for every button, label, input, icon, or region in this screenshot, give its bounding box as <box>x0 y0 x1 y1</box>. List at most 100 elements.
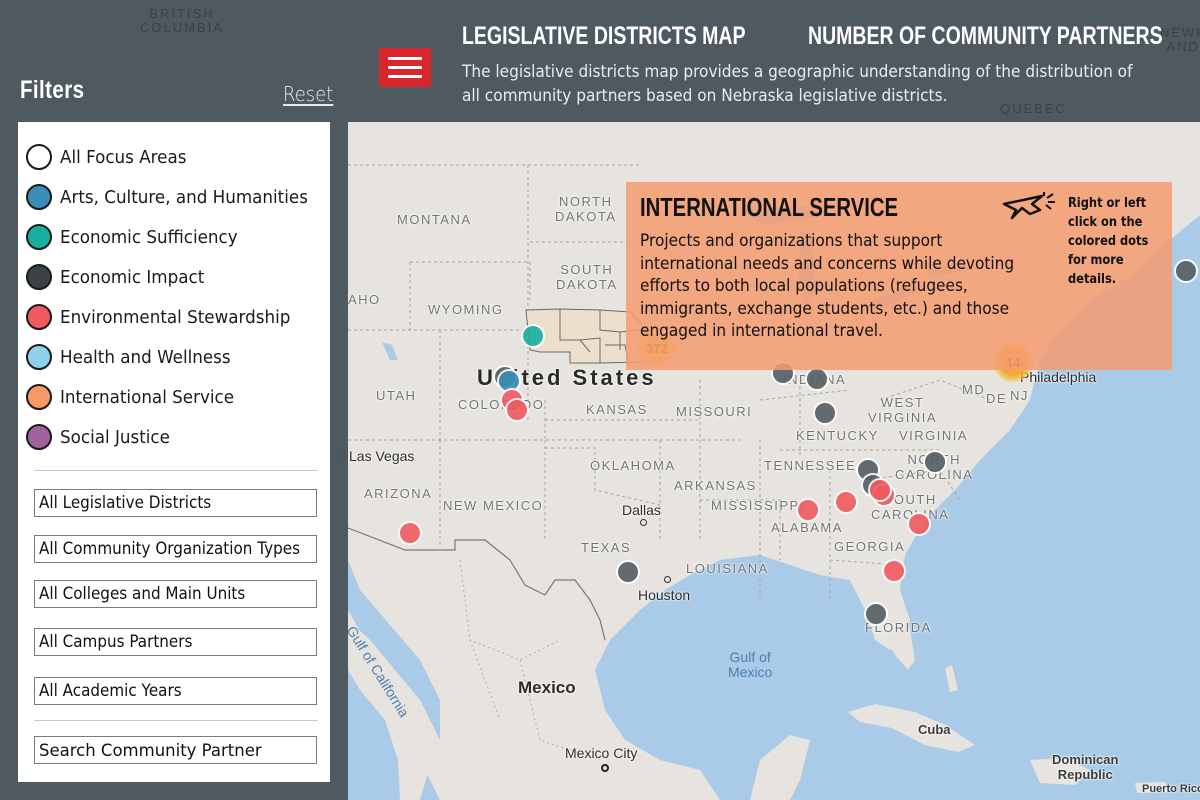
map-label-wyoming: WYOMING <box>428 302 504 317</box>
map-label-west-virginia: WEST VIRGINIA <box>868 395 938 425</box>
hint-line: colored dots <box>1068 234 1149 249</box>
partner-dot[interactable] <box>616 560 640 584</box>
map-label-philadelphia: Philadelphia <box>1020 369 1097 385</box>
hint-line: for more <box>1068 253 1124 268</box>
map-label-cuba: Cuba <box>918 722 951 737</box>
focus-swatch-icon <box>26 264 52 290</box>
focus-area-label: Health and Wellness <box>60 346 231 368</box>
hint-line: details. <box>1068 272 1117 287</box>
partner-dot[interactable] <box>398 521 422 545</box>
community-organization-types-select[interactable]: All Community Organization Types <box>34 535 317 563</box>
city-marker-mexico-city <box>601 764 609 772</box>
partner-dot[interactable] <box>805 367 829 391</box>
focus-area-label: Social Justice <box>60 426 170 448</box>
city-marker-dallas <box>640 519 647 526</box>
menu-button[interactable] <box>379 48 431 87</box>
info-box-hint: Right or left click on the colored dots … <box>1068 194 1163 289</box>
map-label-dallas: Dallas <box>622 502 661 518</box>
partner-dot[interactable] <box>864 602 888 626</box>
divider <box>34 720 318 721</box>
focus-area-economic-sufficiency[interactable]: Economic Sufficiency <box>26 222 251 252</box>
academic-years-select[interactable]: All Academic Years <box>34 677 317 705</box>
map-label-north-dakota: NORTH DAKOTA <box>555 194 617 224</box>
map-label-texas: TEXAS <box>581 540 632 555</box>
filters-title: Filters <box>20 76 85 104</box>
info-line: efforts to both local populations (refug… <box>640 276 968 295</box>
info-line: engaged in international travel. <box>640 321 883 340</box>
map-label-houston: Houston <box>638 587 691 603</box>
focus-area-label: Economic Impact <box>60 266 205 288</box>
reset-link[interactable]: Reset <box>283 82 333 106</box>
map-label-new-mexico: NEW MEXICO <box>443 498 544 513</box>
partner-dot[interactable] <box>1174 259 1198 283</box>
legislative-districts-select[interactable]: All Legislative Districts <box>34 489 317 517</box>
hamburger-menu-icon <box>388 66 422 69</box>
campus-partners-select[interactable]: All Campus Partners <box>34 628 317 656</box>
focus-area-arts-culture-humanities[interactable]: Arts, Culture, and Humanities <box>26 182 327 212</box>
info-box-title: INTERNATIONAL SERVICE <box>640 192 899 222</box>
info-line: immigrants, exchange students, etc.) and… <box>640 298 1010 318</box>
partner-dot[interactable] <box>796 498 820 522</box>
city-marker-houston <box>664 576 671 583</box>
map-label-nj: NJ <box>1010 388 1029 403</box>
community-partners-count-title: NUMBER OF COMMUNITY PARTNERS <box>808 22 1163 50</box>
map-label-newfoundland: NEWF AND <box>1160 25 1200 54</box>
focus-area-all[interactable]: All Focus Areas <box>26 142 196 172</box>
info-box-description: Projects and organizations that support … <box>640 230 1020 343</box>
focus-swatch-icon <box>26 184 52 210</box>
focus-swatch-icon <box>26 384 52 410</box>
map-label-oklahoma: OKLAHOMA <box>590 458 676 473</box>
focus-area-label: Arts, Culture, and Humanities <box>60 186 308 208</box>
map-label-alabama: ALABAMA <box>771 520 843 535</box>
hint-line: Right or left <box>1068 196 1147 211</box>
map-label-virginia: VIRGINIA <box>899 428 969 443</box>
focus-area-social-justice[interactable]: Social Justice <box>26 422 178 452</box>
map-label-south-dakota: SOUTH DAKOTA <box>556 262 618 292</box>
partner-dot[interactable] <box>923 450 947 474</box>
focus-area-environmental-stewardship[interactable]: Environmental Stewardship <box>26 302 308 332</box>
select-value: All Legislative Districts <box>39 493 212 512</box>
map-label-georgia: GEORGIA <box>834 539 906 554</box>
map-label-kentucky: KENTUCKY <box>796 428 879 443</box>
map-label-montana: MONTANA <box>397 212 472 227</box>
focus-swatch-icon <box>26 424 52 450</box>
map-label-missouri: MISSOURI <box>676 404 753 419</box>
partner-dot[interactable] <box>907 512 931 536</box>
map-label-louisiana: LOUISIANA <box>686 561 769 576</box>
focus-area-label: Environmental Stewardship <box>60 306 291 328</box>
info-line: Projects and organizations that support <box>640 231 943 250</box>
focus-area-label: Economic Sufficiency <box>60 226 238 248</box>
land-cuba <box>848 704 975 752</box>
map-label-de: DE <box>986 391 1008 406</box>
partner-dot[interactable] <box>868 478 892 502</box>
focus-area-economic-impact[interactable]: Economic Impact <box>26 262 215 292</box>
colleges-select[interactable]: All Colleges and Main Units <box>34 580 317 608</box>
page-title: LEGISLATIVE DISTRICTS MAP <box>462 22 746 50</box>
description-line: The legislative districts map provides a… <box>462 62 1133 81</box>
partner-dot[interactable] <box>505 398 529 422</box>
cursor-click-icon <box>1002 192 1055 220</box>
description-line: all community partners based on Nebraska… <box>462 86 948 105</box>
hamburger-menu-icon <box>388 57 422 60</box>
focus-area-label: All Focus Areas <box>60 146 187 168</box>
filter-panel: All Focus Areas Arts, Culture, and Human… <box>18 122 330 782</box>
map-label-gulf-of-mexico: Gulf of Mexico <box>728 649 773 680</box>
focus-area-info-box: INTERNATIONAL SERVICE Projects and organ… <box>626 182 1172 370</box>
search-community-partner-input[interactable] <box>34 736 317 764</box>
map-label-tennessee: TENNESSEE <box>764 458 857 473</box>
partner-dot[interactable] <box>521 324 545 348</box>
hint-line: click on the <box>1068 215 1143 230</box>
focus-area-health-wellness[interactable]: Health and Wellness <box>26 342 243 372</box>
map-label-kansas: KANSAS <box>586 402 648 417</box>
partner-dot[interactable] <box>813 401 837 425</box>
map-label-md: MD <box>962 382 986 397</box>
map-label-dominican-republic: Dominican Republic <box>1052 752 1119 782</box>
partner-dot[interactable] <box>834 490 858 514</box>
map-label-british-columbia: BRITISH COLUMBIA <box>140 6 224 35</box>
focus-swatch-icon <box>26 344 52 370</box>
map-label-mexico-city: Mexico City <box>565 745 638 761</box>
partner-dot[interactable] <box>882 559 906 583</box>
map-label-las-vegas: Las Vegas <box>349 448 415 464</box>
select-value: All Academic Years <box>39 681 182 700</box>
focus-area-international-service[interactable]: International Service <box>26 382 247 412</box>
